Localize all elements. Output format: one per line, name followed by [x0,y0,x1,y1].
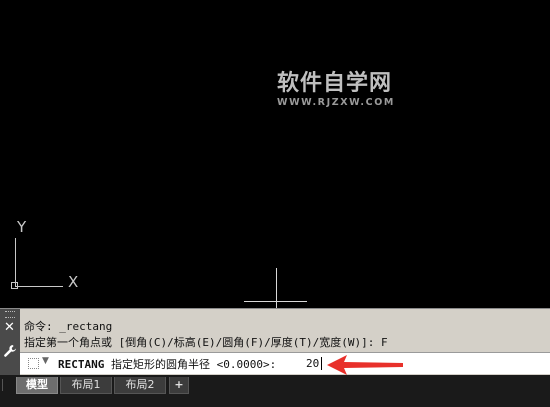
watermark-url: WWW.RJZXW.COM [277,97,395,108]
command-line-panel: ✕ 命令: _rectang 指定第一个角点或 [倒角(C)/标高(E)/圆角(… [0,308,550,376]
tab-layout2[interactable]: 布局2 [114,377,166,394]
tab-model[interactable]: 模型 [16,377,58,394]
add-layout-button[interactable]: + [169,377,189,394]
close-icon[interactable]: ✕ [4,321,15,334]
dropdown-arrow-icon[interactable]: ▼ [42,356,49,366]
history-line: 命令: _rectang [24,320,113,333]
layout-tabs-bar: 模型 布局1 布局2 + [0,375,550,407]
command-panel-grip[interactable]: ✕ [0,309,20,376]
text-caret [321,357,322,370]
history-line: 指定第一个角点或 [倒角(C)/标高(E)/圆角(F)/厚度(T)/宽度(W)]… [24,336,388,349]
wrench-icon[interactable] [3,344,17,358]
watermark-title: 软件自学网 [277,71,393,96]
command-input-line[interactable]: ▼ RECTANG 指定矩形的圆角半径 <0.0000>: [20,352,550,374]
watermark: 软件自学网 WWW.RJZXW.COM [277,71,395,109]
tab-layout1[interactable]: 布局1 [60,377,112,394]
grip-dots-icon [5,311,15,318]
ucs-y-label: Y [17,218,27,236]
ucs-x-axis [15,286,63,287]
command-prompt-icon[interactable] [28,358,39,369]
tab-scroll-icon [2,379,13,391]
prompt-keyword: RECTANG [58,358,105,371]
ucs-origin [11,282,18,289]
crosshair-vertical [276,268,277,308]
ucs-x-label: X [68,273,79,291]
command-history: 命令: _rectang 指定第一个角点或 [倒角(C)/标高(E)/圆角(F)… [24,319,546,351]
command-prompt: RECTANG 指定矩形的圆角半径 <0.0000>: [58,356,276,372]
annotation-arrow-icon [327,355,403,375]
drawing-canvas[interactable]: 软件自学网 WWW.RJZXW.COM Y X [0,0,550,308]
ucs-y-axis [15,238,16,286]
prompt-message: 指定矩形的圆角半径 <0.0000>: [104,358,277,371]
